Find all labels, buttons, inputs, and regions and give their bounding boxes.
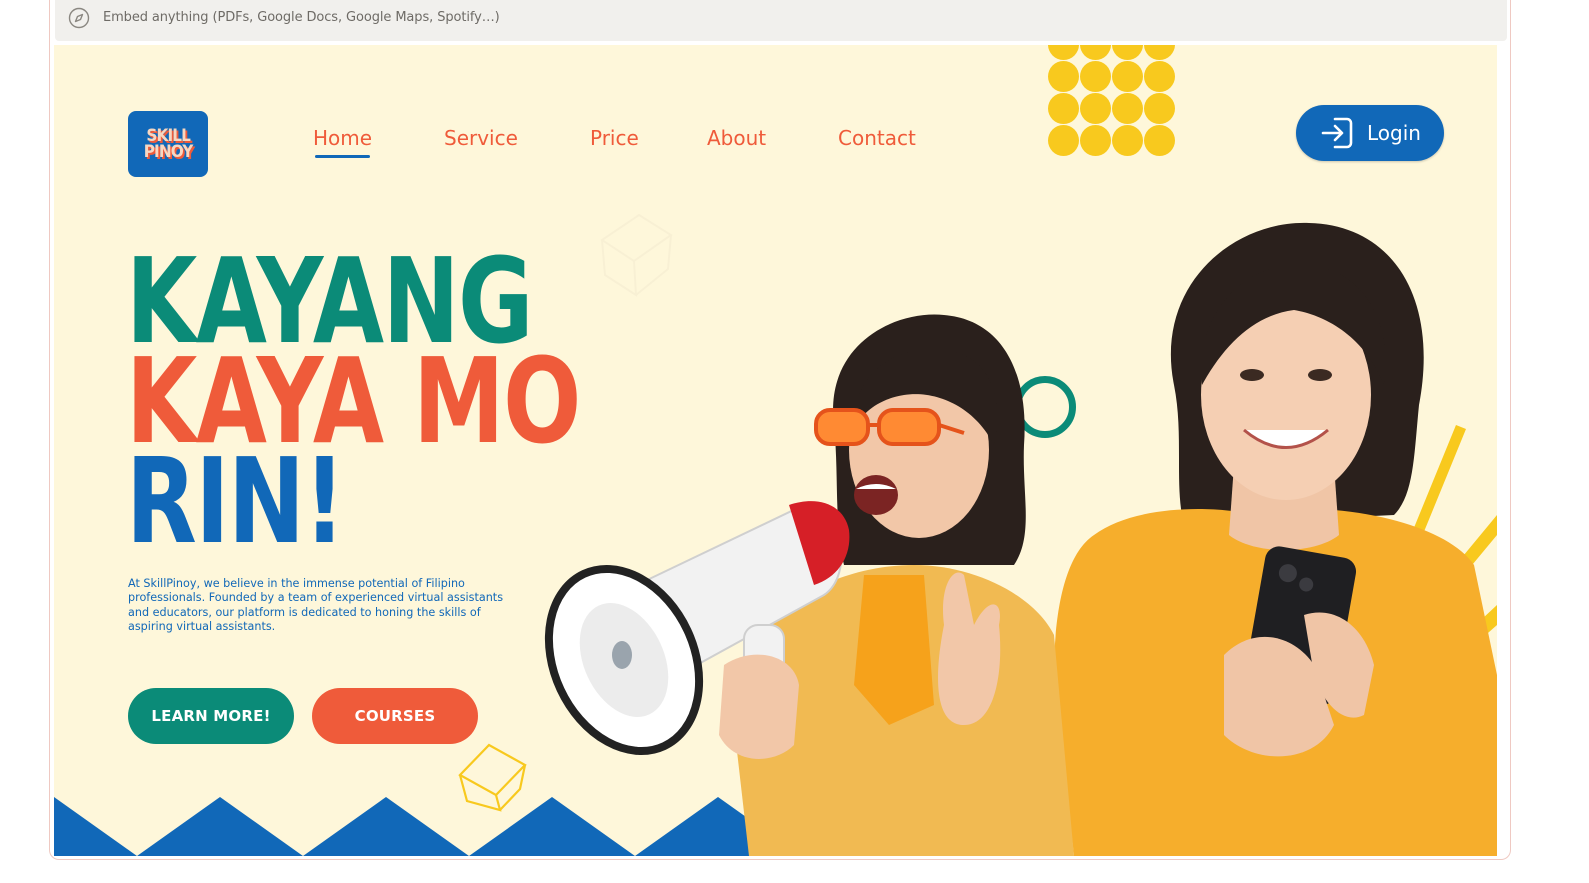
compass-icon [68, 7, 90, 29]
embed-placeholder: Embed anything (PDFs, Google Docs, Googl… [103, 10, 500, 25]
nav-home[interactable]: Home [313, 126, 372, 158]
dot [1048, 93, 1079, 124]
courses-button[interactable]: COURSES [312, 688, 478, 744]
dot [1144, 61, 1175, 92]
learn-more-button[interactable]: LEARN MORE! [128, 688, 294, 744]
dot [1080, 61, 1111, 92]
nav-contact[interactable]: Contact [838, 126, 916, 150]
nav-price[interactable]: Price [590, 126, 639, 150]
dot [1080, 93, 1111, 124]
dot [1144, 125, 1175, 156]
hero-description: At SkillPinoy, we believe in the immense… [128, 577, 504, 633]
hero-photo [544, 222, 1497, 856]
dot [1048, 61, 1079, 92]
login-button[interactable]: Login [1296, 105, 1444, 161]
nav-service[interactable]: Service [444, 126, 518, 150]
hero-section: SKILL PINOY Home Service Price About Con… [54, 45, 1497, 856]
dot [1112, 61, 1143, 92]
dot [1080, 125, 1111, 156]
login-arrow-icon [1321, 117, 1353, 149]
skillpinoy-logo[interactable]: SKILL PINOY [128, 111, 208, 177]
embed-bar[interactable]: Embed anything (PDFs, Google Docs, Googl… [55, 0, 1507, 41]
dot [1144, 93, 1175, 124]
logo-text-bottom: PINOY [143, 142, 194, 162]
yellow-dot-grid [1048, 45, 1178, 157]
dot [1048, 125, 1079, 156]
dot [1112, 45, 1143, 60]
dot [1112, 93, 1143, 124]
headline-line-3: RIN! [126, 432, 345, 570]
dot [1112, 125, 1143, 156]
dot [1048, 45, 1079, 60]
login-label: Login [1367, 121, 1421, 145]
nav-about[interactable]: About [707, 126, 766, 150]
dot [1080, 45, 1111, 60]
outline-cube-yellow [458, 743, 527, 812]
dot [1144, 45, 1175, 60]
